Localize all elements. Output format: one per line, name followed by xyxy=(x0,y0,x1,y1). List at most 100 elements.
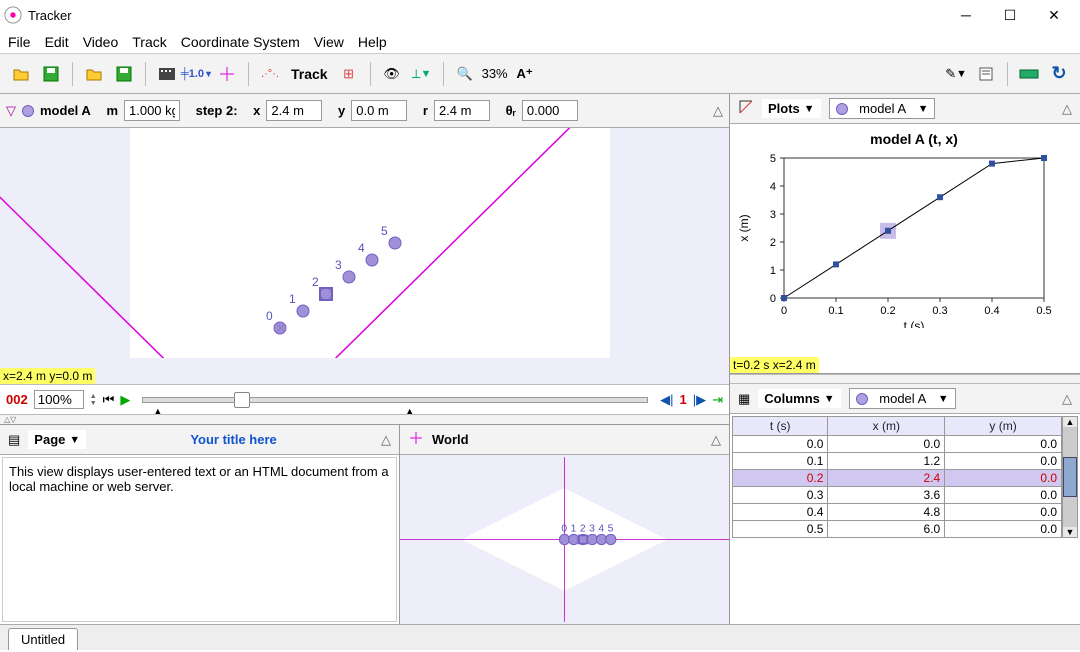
track-tool-icon[interactable]: ⊞ xyxy=(336,61,362,87)
menu-video[interactable]: Video xyxy=(83,34,119,50)
track-name: model A xyxy=(40,103,91,118)
svg-text:3: 3 xyxy=(335,258,342,272)
menu-file[interactable]: File xyxy=(8,34,31,50)
svg-text:4: 4 xyxy=(358,241,365,255)
page-title[interactable]: Your title here xyxy=(190,432,276,447)
world-collapse-icon[interactable]: △ xyxy=(711,432,721,448)
r-label: r xyxy=(423,103,428,118)
svg-text:0.2: 0.2 xyxy=(880,305,895,317)
mass-input[interactable] xyxy=(124,100,180,121)
svg-text:3: 3 xyxy=(589,523,595,534)
close-button[interactable]: ✕ xyxy=(1032,1,1076,29)
scrub-slider[interactable]: ▲ ▲ xyxy=(142,397,648,403)
svg-text:4: 4 xyxy=(770,181,776,193)
pencil-icon[interactable]: ✎ ▼ xyxy=(943,61,969,87)
svg-text:2: 2 xyxy=(770,237,776,249)
maximize-button[interactable]: ☐ xyxy=(988,1,1032,29)
svg-text:t (s): t (s) xyxy=(904,319,925,328)
open-video-icon[interactable] xyxy=(81,61,107,87)
refresh-icon[interactable]: ↻ xyxy=(1046,61,1072,87)
open-icon[interactable] xyxy=(8,61,34,87)
track-color-icon xyxy=(22,105,34,117)
world-axes-icon xyxy=(408,430,424,449)
play-rate: 1 xyxy=(679,392,686,407)
theta-input[interactable] xyxy=(522,100,578,121)
svg-text:1: 1 xyxy=(289,292,296,306)
svg-text:x (m): x (m) xyxy=(737,214,751,241)
magnify-icon[interactable]: 🔍 xyxy=(452,61,478,87)
panel-collapse-icon[interactable]: △▽ xyxy=(4,415,16,424)
svg-text:1: 1 xyxy=(770,265,776,277)
page-body[interactable]: This view displays user-entered text or … xyxy=(2,457,397,622)
clip-icon[interactable] xyxy=(154,61,180,87)
scroll-up-icon[interactable]: ▲ xyxy=(1066,417,1075,427)
svg-text:0.3: 0.3 xyxy=(932,305,947,317)
svg-text:✕: ✕ xyxy=(275,320,287,336)
step-label: step 2: xyxy=(196,103,238,118)
column-track-select[interactable]: model A ▼ xyxy=(849,388,956,409)
calibrate-icon[interactable]: ╪1.0 ▼ xyxy=(184,61,210,87)
columns-menu[interactable]: Columns ▼ xyxy=(758,389,840,408)
menu-help[interactable]: Help xyxy=(358,34,387,50)
menu-track[interactable]: Track xyxy=(132,34,166,50)
stepper-icon[interactable]: ▲▼ xyxy=(90,393,97,407)
loop-icon[interactable]: ⇥ xyxy=(712,392,723,408)
zoom-value[interactable]: 33% xyxy=(482,66,508,81)
step-back-icon[interactable]: ◀| xyxy=(660,392,673,408)
plot-collapse-icon[interactable]: △ xyxy=(1062,101,1072,117)
y-label: y xyxy=(338,103,345,118)
save-icon[interactable] xyxy=(38,61,64,87)
save-tab-icon[interactable] xyxy=(111,61,137,87)
scroll-down-icon[interactable]: ▼ xyxy=(1066,527,1075,537)
track-menu-icon[interactable]: ▽ xyxy=(6,103,16,119)
svg-text:0.5: 0.5 xyxy=(1036,305,1051,317)
world-label: World xyxy=(432,432,469,447)
theta-label: θᵣ xyxy=(506,103,516,118)
axes-icon[interactable] xyxy=(214,61,240,87)
y-input[interactable] xyxy=(351,100,407,121)
minimize-button[interactable]: ─ xyxy=(944,1,988,29)
video-panel[interactable]: 012345✕ x=2.4 m y=0.0 m xyxy=(0,128,729,384)
svg-text:0: 0 xyxy=(770,293,776,305)
menu-coordinate-system[interactable]: Coordinate System xyxy=(181,34,300,50)
memory-icon[interactable] xyxy=(1016,61,1042,87)
menu-view[interactable]: View xyxy=(314,34,344,50)
table-collapse-icon[interactable]: △ xyxy=(1062,391,1072,407)
svg-text:5: 5 xyxy=(770,153,776,165)
svg-text:0: 0 xyxy=(266,309,273,323)
x-label: x xyxy=(253,103,260,118)
svg-text:0: 0 xyxy=(561,523,567,534)
frame-number: 002 xyxy=(6,392,28,407)
mass-label: m xyxy=(106,103,118,118)
table-icon: ▦ xyxy=(738,391,750,407)
font-icon[interactable]: A⁺ xyxy=(512,61,538,87)
step-fwd-icon[interactable]: |▶ xyxy=(693,392,706,408)
tape-icon[interactable]: .·°·. xyxy=(257,61,283,87)
notes-icon[interactable] xyxy=(973,61,999,87)
page-collapse-icon[interactable]: △ xyxy=(381,432,391,448)
svg-text:2: 2 xyxy=(312,275,319,289)
plots-menu[interactable]: Plots ▼ xyxy=(762,99,821,118)
plot-track-select[interactable]: model A ▼ xyxy=(829,98,936,119)
svg-text:model A (t, x): model A (t, x) xyxy=(870,131,958,147)
video-coord-status: x=2.4 m y=0.0 m xyxy=(0,368,95,384)
document-tab[interactable]: Untitled xyxy=(8,628,78,650)
rewind-icon[interactable]: ⏮ xyxy=(103,392,115,408)
svg-text:0.1: 0.1 xyxy=(828,305,843,317)
play-icon[interactable]: ▶ xyxy=(120,392,130,408)
play-zoom[interactable] xyxy=(34,390,84,409)
ruler-icon[interactable]: ⟂▼ xyxy=(409,61,435,87)
x-input[interactable] xyxy=(266,100,322,121)
menu-edit[interactable]: Edit xyxy=(45,34,69,50)
eye-icon[interactable]: 👁 xyxy=(379,61,405,87)
r-input[interactable] xyxy=(434,100,490,121)
svg-text:2: 2 xyxy=(580,523,586,534)
world-view[interactable]: 0 1 2 3 4 5 xyxy=(400,455,729,624)
track-button[interactable]: Track xyxy=(287,66,332,82)
plot-area[interactable]: model A (t, x)00.10.20.30.40.5012345t (s… xyxy=(730,124,1080,357)
expand-icon[interactable]: △ xyxy=(713,103,723,119)
plot-status: t=0.2 s x=2.4 m xyxy=(730,357,819,373)
page-menu[interactable]: Page ▼ xyxy=(28,430,86,449)
data-table[interactable]: t (s)x (m)y (m)0.00.00.00.11.20.00.22.40… xyxy=(732,416,1062,538)
svg-text:0.4: 0.4 xyxy=(984,305,999,317)
